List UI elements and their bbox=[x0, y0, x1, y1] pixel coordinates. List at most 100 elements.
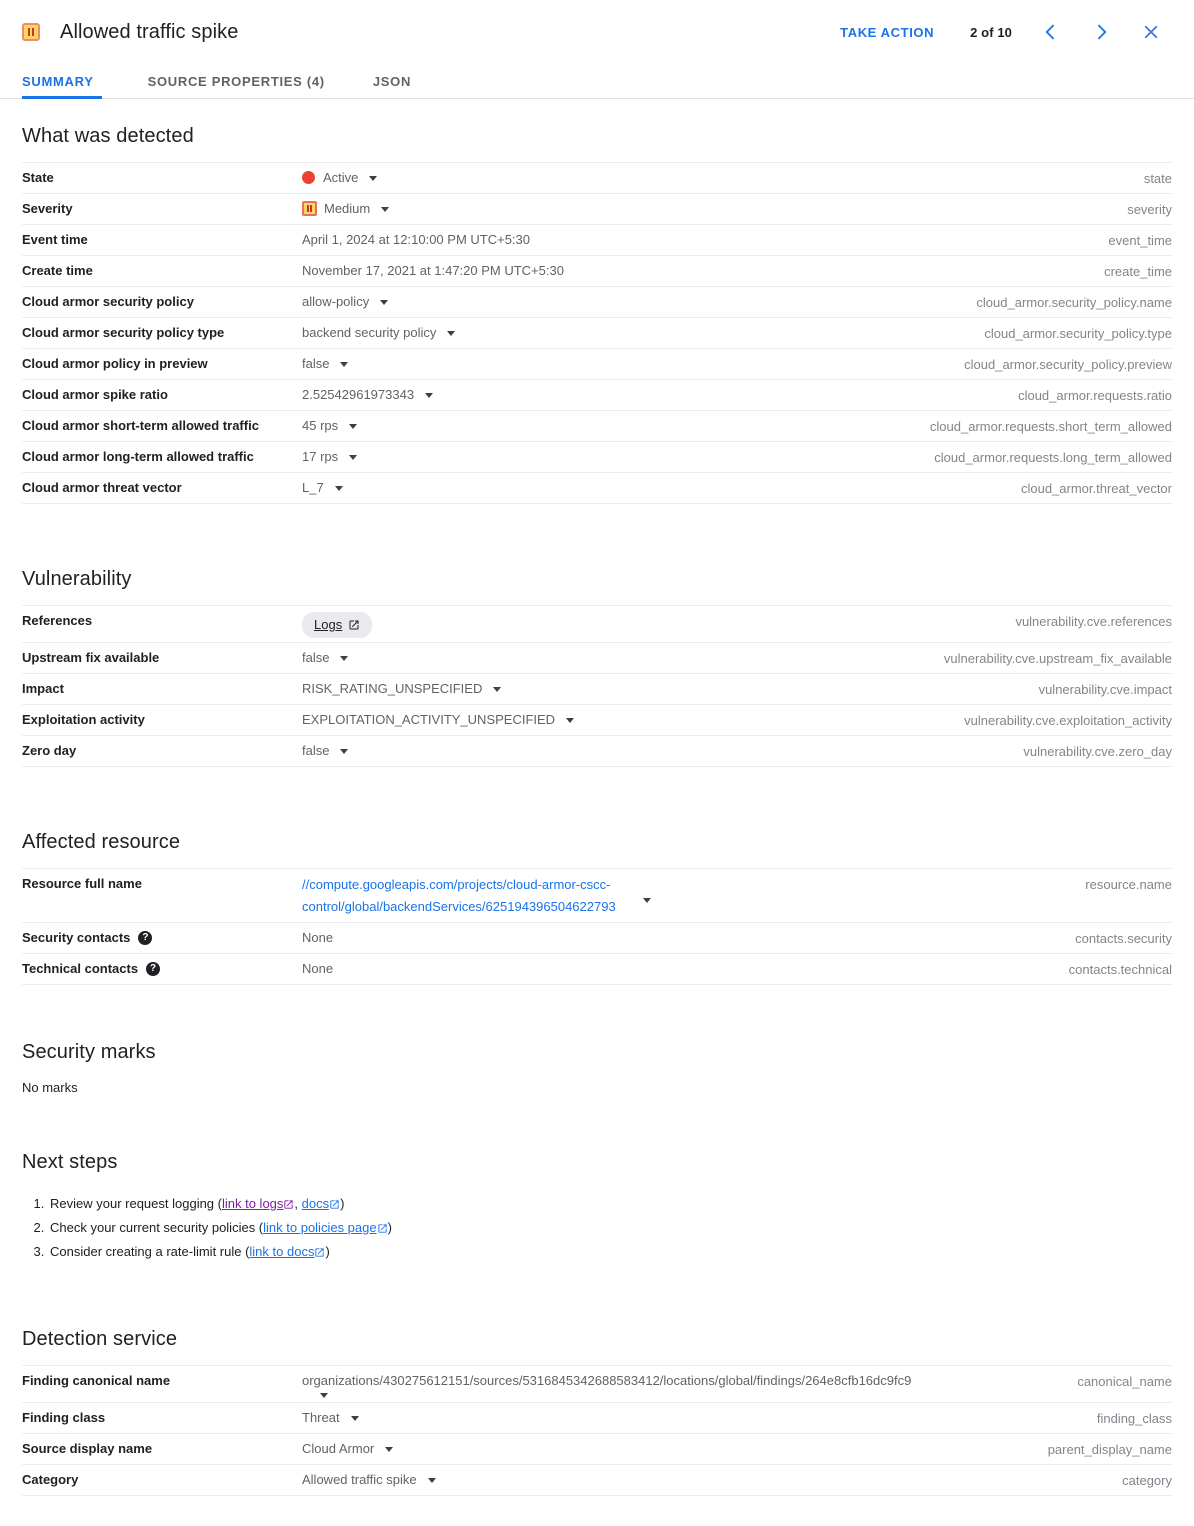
chevron-down-icon[interactable] bbox=[350, 1416, 359, 1421]
chevron-down-icon[interactable] bbox=[340, 749, 349, 754]
detection-service-rows: Finding canonical name organizations/430… bbox=[22, 1365, 1172, 1496]
row-label: Finding canonical name bbox=[22, 1373, 171, 1388]
row-value: Active bbox=[302, 168, 1144, 188]
row-label: Exploitation activity bbox=[22, 712, 145, 727]
row-value: Cloud Armor bbox=[302, 1439, 1048, 1459]
chevron-down-icon[interactable] bbox=[425, 393, 434, 398]
row-label: Source display name bbox=[22, 1441, 153, 1456]
external-link-icon bbox=[330, 1200, 339, 1209]
table-row: Finding canonical name organizations/430… bbox=[22, 1365, 1172, 1402]
tab-json[interactable]: JSON bbox=[349, 64, 435, 98]
list-item: Review your request logging (link to log… bbox=[48, 1192, 1172, 1216]
row-value-text: organizations/430275612151/sources/53168… bbox=[302, 1373, 912, 1388]
chevron-down-icon[interactable] bbox=[380, 300, 389, 305]
logs-link-chip[interactable]: Logs bbox=[302, 612, 373, 638]
row-label: Cloud armor spike ratio bbox=[22, 387, 168, 402]
chevron-down-icon[interactable] bbox=[334, 486, 343, 491]
row-key: cloud_armor.security_policy.name bbox=[976, 295, 1172, 310]
section-title-detection-service: Detection service bbox=[22, 1328, 178, 1350]
severity-medium-icon bbox=[22, 23, 40, 41]
row-value-text: allow-policy bbox=[302, 294, 370, 309]
row-key: contacts.security bbox=[1075, 931, 1172, 946]
row-label: Technical contacts ? bbox=[22, 959, 302, 978]
row-label: Create time bbox=[22, 263, 93, 278]
chevron-down-icon[interactable] bbox=[447, 331, 456, 336]
row-value-text: EXPLOITATION_ACTIVITY_UNSPECIFIED bbox=[302, 712, 556, 727]
docs-link[interactable]: docs bbox=[302, 1196, 329, 1211]
row-value: 2.52542961973343 bbox=[302, 385, 1018, 405]
section-security-marks: Security marks No marks bbox=[22, 1015, 1172, 1095]
row-key: create_time bbox=[1104, 264, 1172, 279]
section-vulnerability: Vulnerability References Logs vulnerabil… bbox=[22, 542, 1172, 767]
table-row: Severity Medium severity bbox=[22, 193, 1172, 224]
row-key: cloud_armor.security_policy.type bbox=[984, 326, 1172, 341]
row-label: Finding class bbox=[22, 1410, 106, 1425]
row-key: vulnerability.cve.impact bbox=[1038, 682, 1172, 697]
link-to-logs[interactable]: link to logs bbox=[222, 1196, 283, 1211]
resource-full-name-link[interactable]: //compute.googleapis.com/projects/cloud-… bbox=[302, 874, 632, 918]
row-key: cloud_armor.security_policy.preview bbox=[964, 357, 1172, 372]
row-value-text: None bbox=[302, 961, 334, 976]
table-row: Cloud armor spike ratio 2.52542961973343… bbox=[22, 379, 1172, 410]
row-value: Allowed traffic spike bbox=[302, 1470, 1122, 1490]
row-value-text: Active bbox=[323, 170, 359, 185]
help-icon[interactable]: ? bbox=[138, 931, 153, 945]
external-link-icon bbox=[377, 1224, 387, 1233]
chevron-down-icon[interactable] bbox=[369, 176, 378, 181]
chevron-down-icon[interactable] bbox=[385, 1447, 394, 1452]
pager-count: 2 of 10 bbox=[970, 24, 1012, 40]
summary-content: What was detected State Active state Sev… bbox=[0, 99, 1194, 1496]
chevron-down-icon[interactable] bbox=[349, 424, 358, 429]
next-finding-button[interactable] bbox=[1083, 14, 1119, 50]
row-value: Medium bbox=[302, 199, 1127, 219]
chevron-down-icon[interactable] bbox=[427, 1478, 436, 1483]
tab-source-properties[interactable]: SOURCE PROPERTIES (4) bbox=[124, 64, 349, 98]
row-label: Impact bbox=[22, 681, 64, 696]
row-key: cloud_armor.threat_vector bbox=[1020, 481, 1172, 496]
row-label: Cloud armor threat vector bbox=[22, 480, 182, 495]
take-action-button[interactable]: TAKE ACTION bbox=[830, 17, 944, 48]
table-row: Cloud armor long-term allowed traffic 17… bbox=[22, 441, 1172, 472]
table-row: Zero day false vulnerability.cve.zero_da… bbox=[22, 735, 1172, 767]
chevron-down-icon[interactable] bbox=[349, 455, 358, 460]
table-row: Cloud armor security policy allow-policy… bbox=[22, 286, 1172, 317]
list-item: Consider creating a rate-limit rule (lin… bbox=[48, 1240, 1172, 1264]
chevron-down-icon[interactable] bbox=[340, 362, 349, 367]
previous-finding-button[interactable] bbox=[1033, 14, 1069, 50]
row-value: false bbox=[302, 354, 964, 374]
step-prefix: Check your current security policies ( bbox=[50, 1220, 264, 1235]
row-value-text: backend security policy bbox=[302, 325, 437, 340]
row-key: parent_display_name bbox=[1047, 1442, 1172, 1457]
row-label: State bbox=[22, 170, 54, 185]
table-row: Cloud armor short-term allowed traffic 4… bbox=[22, 410, 1172, 441]
page-title: Allowed traffic spike bbox=[60, 20, 239, 43]
chevron-down-icon[interactable] bbox=[381, 207, 390, 212]
row-value: Logs bbox=[302, 611, 1015, 638]
help-icon[interactable]: ? bbox=[146, 962, 161, 976]
row-value-text: November 17, 2021 at 1:47:20 PM UTC+5:30 bbox=[302, 263, 564, 278]
chevron-down-icon[interactable] bbox=[643, 898, 651, 903]
row-key: cloud_armor.requests.ratio bbox=[1018, 388, 1172, 403]
row-value: L_7 bbox=[302, 478, 1021, 498]
tab-summary[interactable]: SUMMARY bbox=[22, 64, 124, 99]
row-label: Resource full name bbox=[22, 876, 142, 891]
chevron-down-icon[interactable] bbox=[493, 687, 502, 692]
chevron-down-icon[interactable] bbox=[320, 1393, 328, 1398]
section-affected-resource: Affected resource Resource full name //c… bbox=[22, 805, 1172, 985]
step-suffix: ) bbox=[387, 1220, 392, 1235]
row-value: Threat bbox=[302, 1408, 1097, 1428]
row-key: vulnerability.cve.zero_day bbox=[1023, 744, 1172, 759]
step-suffix: ) bbox=[325, 1244, 330, 1259]
close-panel-button[interactable] bbox=[1133, 14, 1169, 50]
table-row: Source display name Cloud Armor parent_d… bbox=[22, 1433, 1172, 1464]
security-marks-body: No marks bbox=[22, 1080, 78, 1095]
table-row: Exploitation activity EXPLOITATION_ACTIV… bbox=[22, 704, 1172, 735]
row-label-text: Technical contacts bbox=[22, 961, 139, 976]
row-key: resource.name bbox=[1085, 877, 1172, 892]
chevron-down-icon[interactable] bbox=[566, 718, 575, 723]
chevron-right-icon bbox=[1097, 24, 1107, 40]
chevron-down-icon[interactable] bbox=[340, 656, 349, 661]
link-to-docs[interactable]: link to docs bbox=[249, 1244, 314, 1259]
link-to-policies-page[interactable]: link to policies page bbox=[263, 1220, 376, 1235]
